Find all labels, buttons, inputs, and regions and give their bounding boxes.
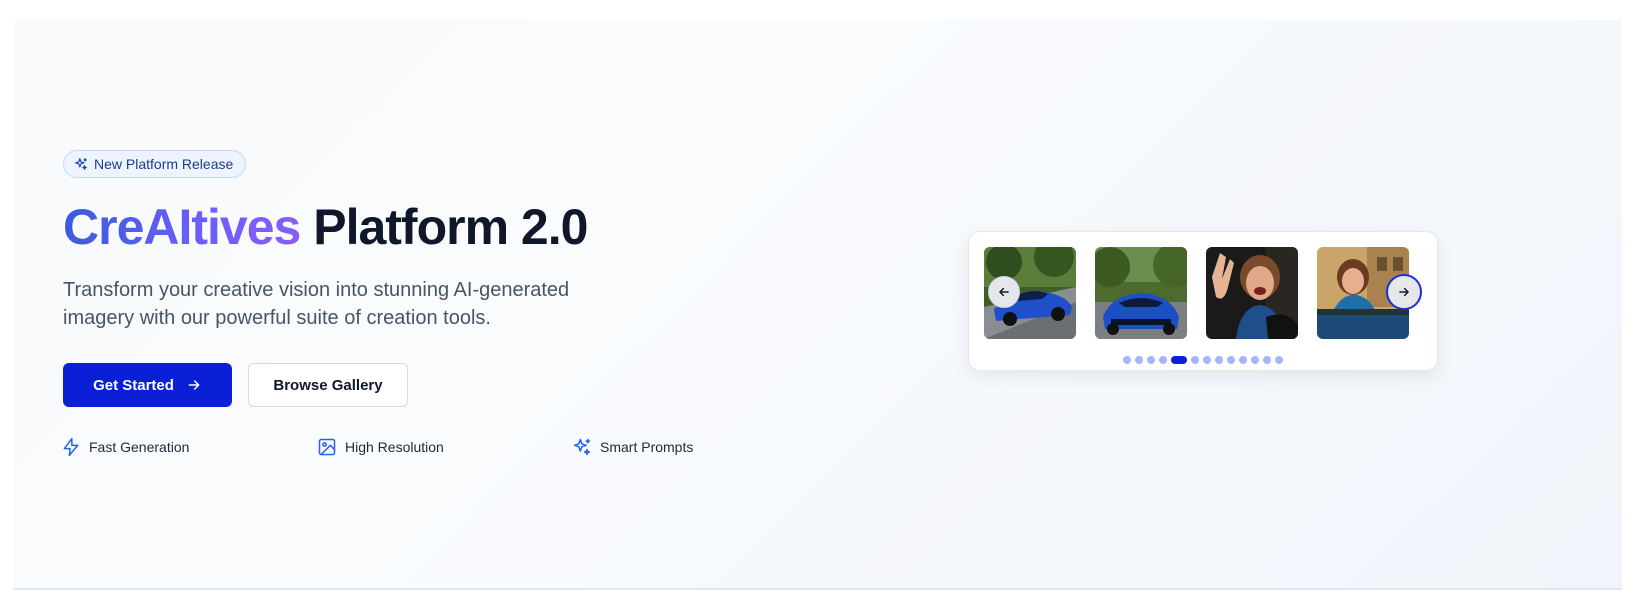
arrow-left-icon (999, 287, 1009, 297)
arrow-right-icon (188, 380, 200, 390)
carousel-dot[interactable] (1203, 356, 1211, 364)
carousel-dot-active[interactable] (1171, 356, 1187, 364)
arrow-right-icon (1399, 287, 1409, 297)
brand-name: CreAItives (63, 199, 301, 255)
carousel-image-woman-waving[interactable] (1206, 247, 1298, 339)
page-title: CreAItives Platform 2.0 (63, 198, 588, 256)
feature-label: Fast Generation (89, 439, 190, 455)
carousel-pagination (969, 356, 1437, 364)
feature-label: High Resolution (345, 439, 444, 455)
carousel-image-blue-car-front[interactable] (1095, 247, 1187, 339)
feature-label: Smart Prompts (600, 439, 694, 455)
carousel-dot[interactable] (1135, 356, 1143, 364)
hero-subtitle: Transform your creative vision into stun… (63, 279, 570, 329)
carousel-dot[interactable] (1263, 356, 1271, 364)
carousel-prev-button[interactable] (988, 276, 1020, 308)
lightning-icon (63, 437, 79, 457)
feature-high-resolution: High Resolution (317, 437, 444, 457)
get-started-button[interactable]: Get Started (63, 363, 232, 407)
release-badge: New Platform Release (63, 150, 247, 178)
carousel-dot[interactable] (1239, 356, 1247, 364)
badge-label: New Platform Release (94, 156, 234, 172)
title-rest: Platform 2.0 (300, 199, 588, 255)
carousel-dot[interactable] (1191, 356, 1199, 364)
hero-section: New Platform Release CreAItives Platform… (14, 20, 1622, 590)
browse-gallery-label: Browse Gallery (273, 376, 383, 394)
carousel-dot[interactable] (1147, 356, 1155, 364)
browse-gallery-button[interactable]: Browse Gallery (248, 363, 408, 407)
carousel-dot[interactable] (1215, 356, 1223, 364)
carousel-dot[interactable] (1251, 356, 1259, 364)
carousel-next-button[interactable] (1386, 274, 1422, 310)
feature-smart-prompts: Smart Prompts (572, 437, 693, 457)
sparkles-icon (573, 438, 591, 456)
sparkles-icon (75, 158, 87, 170)
carousel-dot[interactable] (1123, 356, 1131, 364)
carousel-dot[interactable] (1159, 356, 1167, 364)
carousel-dot[interactable] (1275, 356, 1283, 364)
carousel-dot[interactable] (1227, 356, 1235, 364)
image-carousel (968, 231, 1438, 371)
get-started-label: Get Started (93, 376, 174, 394)
image-icon (318, 438, 336, 456)
feature-fast-generation: Fast Generation (61, 437, 189, 457)
